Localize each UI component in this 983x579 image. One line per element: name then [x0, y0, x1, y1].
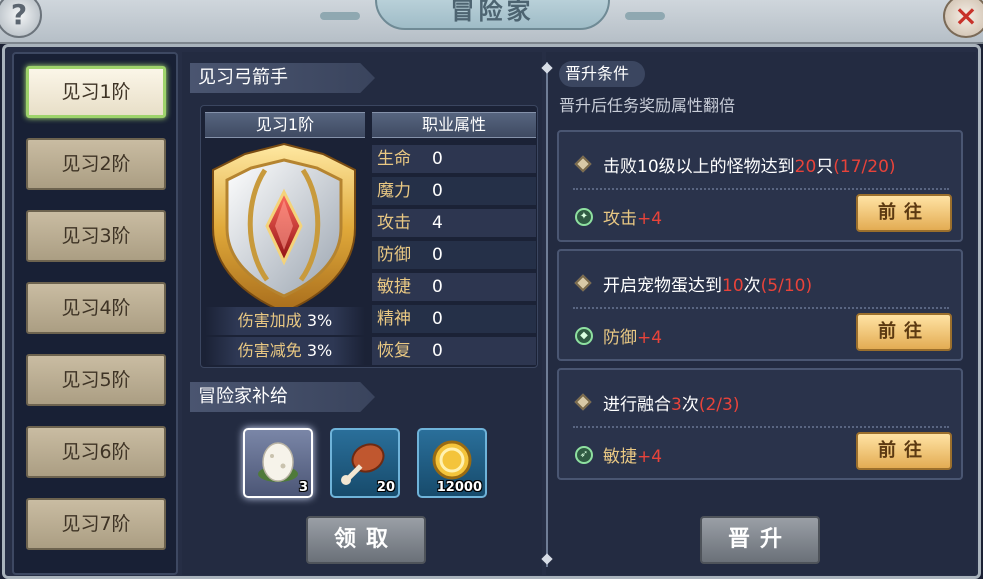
stat-row-agility: 敏捷 0	[372, 273, 536, 301]
stat-row-spirit: 精神 0	[372, 305, 536, 333]
title-left-ornament	[320, 12, 360, 20]
stat-row-hp: 生命 0	[372, 145, 536, 173]
nav-item-rank-5[interactable]: 见习5阶	[26, 354, 166, 406]
attr-header: 职业属性	[372, 112, 536, 138]
reward-text: 防御+4	[603, 328, 663, 348]
condition-card-1: 击败10级以上的怪物达到20只(17/20) ✦ 攻击+4 前往	[557, 130, 963, 242]
panel-divider	[546, 62, 548, 567]
reward-text: 攻击+4	[603, 209, 663, 229]
dotted-divider	[573, 188, 949, 190]
goto-button[interactable]: 前往	[856, 194, 952, 232]
supply-item-egg[interactable]: 3	[243, 428, 313, 498]
item-count: 20	[376, 480, 395, 495]
item-count: 12000	[436, 480, 482, 495]
condition-text: 开启宠物蛋达到10次(5/10)	[603, 276, 813, 296]
dotted-divider	[573, 426, 949, 428]
condition-card-2: 开启宠物蛋达到10次(5/10) ◆ 防御+4 前往	[557, 249, 963, 361]
stat-row-recovery: 恢复 0	[372, 337, 536, 365]
goto-button[interactable]: 前往	[856, 432, 952, 470]
nav-item-rank-2[interactable]: 见习2阶	[26, 138, 166, 190]
diamond-bullet-icon	[574, 393, 592, 411]
nav-item-rank-3[interactable]: 见习3阶	[26, 210, 166, 262]
window-title: 冒险家	[450, 0, 535, 25]
damage-reduction: 伤害减免 3%	[205, 337, 365, 365]
diamond-bullet-icon	[574, 155, 592, 173]
condition-text: 击败10级以上的怪物达到20只(17/20)	[603, 157, 896, 177]
nav-item-rank-1[interactable]: 见习1阶	[26, 66, 166, 118]
class-emblem-icon	[205, 140, 363, 315]
claim-button[interactable]: 领取	[306, 516, 426, 564]
class-title: 见习弓箭手	[190, 63, 375, 93]
promote-button[interactable]: 晋升	[700, 516, 820, 564]
stat-row-mp: 魔力 0	[372, 177, 536, 205]
supply-item-gold[interactable]: 12000	[417, 428, 487, 498]
item-count: 3	[298, 480, 308, 495]
supply-item-meat[interactable]: 20	[330, 428, 400, 498]
condition-card-3: 进行融合3次(2/3) ➶ 敏捷+4 前往	[557, 368, 963, 480]
promotion-title: 晋升条件	[559, 61, 645, 87]
nav-item-rank-6[interactable]: 见习6阶	[26, 426, 166, 478]
title-right-ornament	[625, 12, 665, 20]
defense-icon: ◆	[575, 327, 593, 345]
stat-row-defense: 防御 0	[372, 241, 536, 269]
reward-text: 敏捷+4	[603, 447, 663, 467]
rank-label: 见习1阶	[205, 112, 365, 138]
goto-button[interactable]: 前往	[856, 313, 952, 351]
nav-item-rank-4[interactable]: 见习4阶	[26, 282, 166, 334]
title-plate: 冒险家	[375, 0, 610, 30]
diamond-bullet-icon	[574, 274, 592, 292]
stat-row-attack: 攻击 4	[372, 209, 536, 237]
damage-bonus: 伤害加成 3%	[205, 307, 365, 335]
supply-title: 冒险家补给	[190, 382, 375, 412]
promotion-description: 晋升后任务奖励属性翻倍	[559, 96, 736, 115]
condition-text: 进行融合3次(2/3)	[603, 395, 740, 415]
nav-item-rank-7[interactable]: 见习7阶	[26, 498, 166, 550]
agility-icon: ➶	[575, 446, 593, 464]
attack-icon: ✦	[575, 208, 593, 226]
dotted-divider	[573, 307, 949, 309]
